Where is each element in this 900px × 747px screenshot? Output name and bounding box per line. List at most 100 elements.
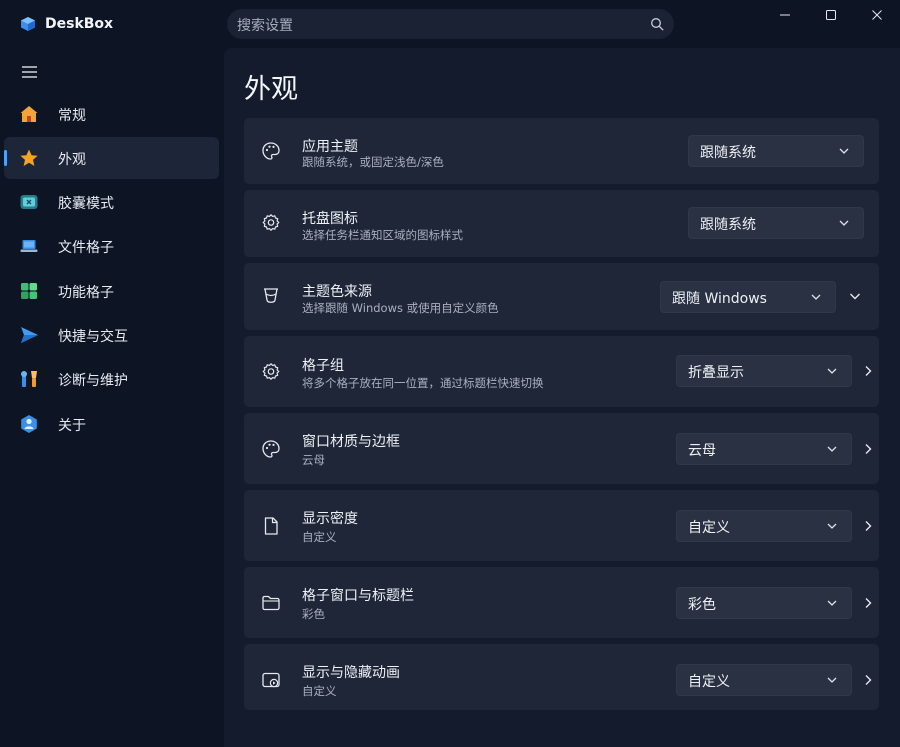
sidebar-item-shortcuts[interactable]: 快捷与交互: [4, 314, 219, 356]
chevron-down-icon: [839, 148, 849, 154]
maximize-button[interactable]: [808, 0, 854, 30]
display-density-dropdown[interactable]: 自定义: [676, 510, 852, 542]
app-name: DeskBox: [45, 16, 114, 32]
setting-subtitle: 跟随系统，或固定浅色/深色: [302, 155, 444, 169]
sidebar-item-label: 功能格子: [58, 285, 114, 301]
page-title: 外观: [244, 74, 298, 105]
setting-card-grid-window-titlebar[interactable]: 格子窗口与标题栏 彩色 彩色: [244, 567, 879, 638]
minimize-icon: [780, 14, 790, 16]
chevron-down-icon: [827, 368, 837, 374]
palette-icon: [262, 440, 280, 458]
app-theme-dropdown[interactable]: 跟随系统: [688, 135, 864, 167]
dropdown-value: 自定义: [688, 520, 730, 536]
send-icon: [21, 327, 38, 343]
setting-title: 主题色来源: [302, 284, 372, 300]
setting-card-show-hide-animation[interactable]: 显示与隐藏动画 自定义 自定义: [244, 644, 879, 710]
sidebar-item-label: 文件格子: [58, 240, 114, 256]
title-bar: DeskBox 搜索设置: [0, 0, 900, 48]
setting-subtitle: 彩色: [302, 607, 325, 621]
setting-title: 格子组: [302, 358, 344, 374]
setting-subtitle: 自定义: [302, 684, 337, 698]
setting-card-tray-icon[interactable]: 托盘图标 选择任务栏通知区域的图标样式 跟随系统: [244, 190, 879, 257]
dropdown-value: 折叠显示: [688, 365, 744, 381]
sidebar-item-capsule-mode[interactable]: 胶囊模式: [4, 181, 219, 223]
setting-card-accent-source[interactable]: 主题色来源 选择跟随 Windows 或使用自定义颜色 跟随 Windows: [244, 263, 879, 330]
active-indicator: [4, 150, 7, 166]
sidebar-item-label: 诊断与维护: [58, 373, 128, 389]
app-logo-icon: [21, 17, 35, 31]
close-button[interactable]: [854, 0, 900, 30]
show-hide-animation-dropdown[interactable]: 自定义: [676, 664, 852, 696]
sidebar-item-label: 快捷与交互: [58, 329, 128, 345]
dropdown-value: 跟随 Windows: [672, 291, 767, 307]
chevron-right-icon[interactable]: [862, 597, 874, 609]
close-icon: [872, 10, 882, 20]
sidebar-item-function-grid[interactable]: 功能格子: [4, 270, 219, 312]
sidebar-item-label: 关于: [58, 418, 86, 434]
sidebar-item-diagnostics[interactable]: 诊断与维护: [4, 358, 219, 400]
dropdown-value: 自定义: [688, 674, 730, 690]
tray-icon-dropdown[interactable]: 跟随系统: [688, 207, 864, 239]
setting-subtitle: 选择跟随 Windows 或使用自定义颜色: [302, 301, 499, 315]
chevron-right-icon[interactable]: [862, 443, 874, 455]
accent-source-dropdown[interactable]: 跟随 Windows: [660, 281, 836, 313]
dropdown-value: 彩色: [688, 597, 716, 613]
dropdown-value: 跟随系统: [700, 145, 756, 161]
setting-title: 托盘图标: [302, 211, 358, 227]
chevron-down-icon: [827, 600, 837, 606]
search-input[interactable]: 搜索设置: [237, 15, 293, 35]
setting-title: 应用主题: [302, 139, 358, 155]
setting-card-app-theme[interactable]: 应用主题 跟随系统，或固定浅色/深色 跟随系统: [244, 118, 879, 184]
setting-title: 窗口材质与边框: [302, 434, 400, 450]
document-icon: [264, 517, 278, 535]
chevron-down-icon: [827, 677, 837, 683]
sidebar-item-label: 胶囊模式: [58, 196, 114, 212]
minimize-button[interactable]: [762, 0, 808, 30]
maximize-icon: [826, 10, 836, 20]
setting-card-grid-group[interactable]: 格子组 将多个格子放在同一位置，通过标题栏快速切换 折叠显示: [244, 336, 879, 407]
setting-card-display-density[interactable]: 显示密度 自定义 自定义: [244, 490, 879, 561]
paint-bucket-icon: [264, 288, 278, 303]
expand-chevron-icon[interactable]: [849, 290, 861, 302]
laptop-icon: [20, 240, 38, 252]
home-icon: [20, 106, 38, 122]
setting-subtitle: 云母: [302, 453, 325, 467]
capsule-icon: [20, 195, 38, 209]
chevron-down-icon: [827, 446, 837, 452]
grid-group-dropdown[interactable]: 折叠显示: [676, 355, 852, 387]
setting-title: 显示与隐藏动画: [302, 665, 400, 681]
folder-icon: [262, 595, 280, 611]
sidebar: 常规 外观 胶囊模式 文件格子 功能格子 快捷与交互 诊断与维护 关于: [0, 48, 224, 747]
dropdown-value: 跟随系统: [700, 217, 756, 233]
setting-title: 格子窗口与标题栏: [302, 588, 414, 604]
window-play-icon: [262, 672, 280, 688]
info-icon: [21, 415, 37, 433]
tools-icon: [21, 371, 37, 387]
chevron-down-icon: [827, 523, 837, 529]
search-box[interactable]: 搜索设置: [227, 9, 674, 39]
search-icon[interactable]: [650, 17, 664, 31]
dropdown-value: 云母: [688, 443, 716, 459]
content-panel: 外观 应用主题 跟随系统，或固定浅色/深色 跟随系统 托盘图标 选择任务栏通知区…: [224, 48, 900, 747]
sidebar-item-file-grid[interactable]: 文件格子: [4, 225, 219, 267]
setting-card-window-material[interactable]: 窗口材质与边框 云母 云母: [244, 413, 879, 484]
chevron-right-icon[interactable]: [862, 520, 874, 532]
sidebar-item-about[interactable]: 关于: [4, 403, 219, 445]
sidebar-item-general[interactable]: 常规: [4, 93, 219, 135]
setting-subtitle: 将多个格子放在同一位置，通过标题栏快速切换: [302, 376, 544, 390]
setting-title: 显示密度: [302, 511, 358, 527]
sidebar-item-appearance[interactable]: 外观: [4, 137, 219, 179]
window-material-dropdown[interactable]: 云母: [676, 433, 852, 465]
chevron-right-icon[interactable]: [862, 365, 874, 377]
grid-window-style-dropdown[interactable]: 彩色: [676, 587, 852, 619]
chevron-down-icon: [839, 220, 849, 226]
hamburger-menu-icon[interactable]: [21, 65, 39, 79]
setting-subtitle: 选择任务栏通知区域的图标样式: [302, 228, 463, 242]
gear-icon: [262, 363, 280, 380]
grid-icon: [21, 283, 37, 299]
sidebar-item-label: 常规: [58, 108, 86, 124]
sidebar-item-label: 外观: [58, 152, 86, 168]
chevron-right-icon[interactable]: [862, 674, 874, 686]
star-icon: [20, 149, 38, 166]
chevron-down-icon: [811, 294, 821, 300]
